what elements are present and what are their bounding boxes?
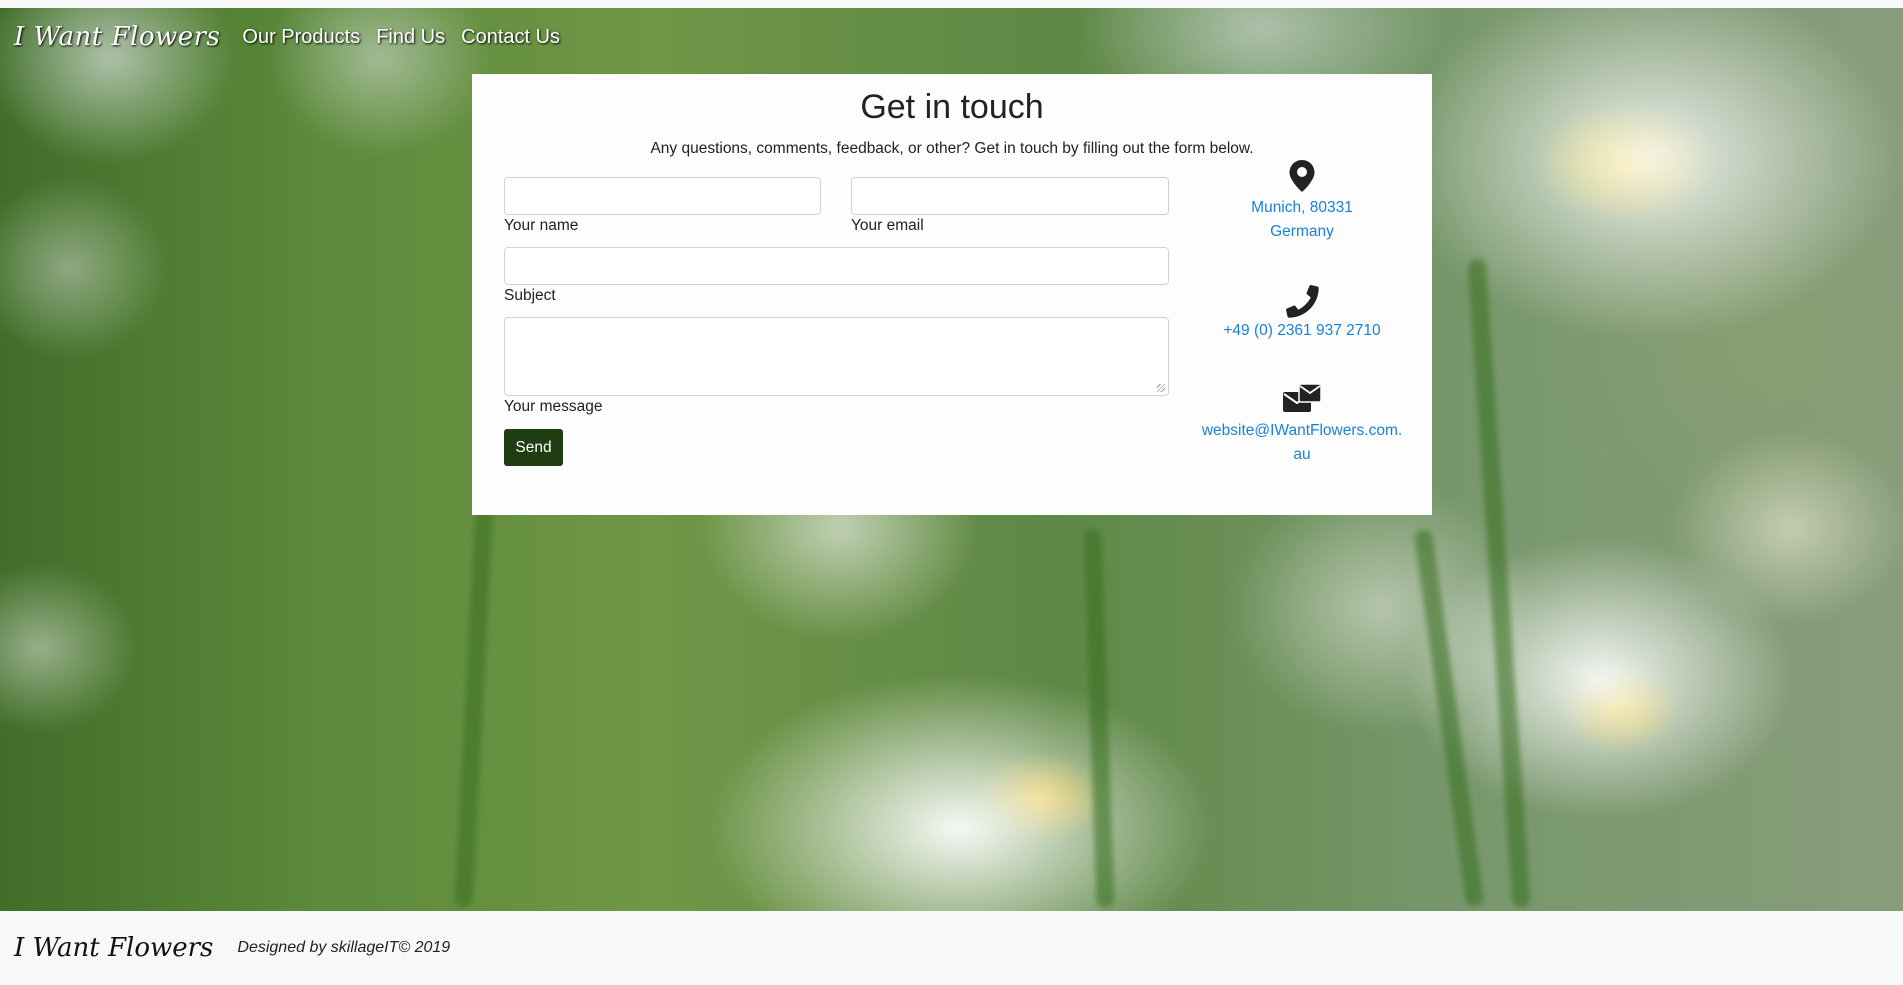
envelope-icon — [1192, 384, 1412, 416]
phone-icon — [1192, 284, 1412, 318]
email-field[interactable] — [851, 177, 1169, 215]
resize-handle[interactable] — [1157, 384, 1165, 392]
brand-logo[interactable]: I Want Flowers — [14, 22, 220, 52]
address-line1-link[interactable]: Munich, 80331 — [1192, 196, 1412, 220]
name-label: Your name — [504, 217, 579, 234]
map-marker-icon — [1192, 160, 1412, 192]
email-label: Your email — [851, 217, 924, 234]
footer-brand: I Want Flowers — [14, 933, 214, 963]
subject-label: Subject — [504, 287, 556, 304]
intro-text: Any questions, comments, feedback, or ot… — [650, 140, 1254, 157]
address-line2-link[interactable]: Germany — [1192, 220, 1412, 244]
email-link-line2[interactable]: au — [1192, 443, 1412, 467]
message-field[interactable] — [504, 317, 1169, 396]
contact-card: Get in touch Any questions, comments, fe… — [472, 74, 1432, 515]
nav-link-our-products[interactable]: Our Products — [242, 26, 360, 49]
footer: I Want Flowers Designed by skillageIT© 2… — [0, 911, 1903, 985]
page-title: Get in touch — [860, 88, 1044, 126]
subject-field[interactable] — [504, 247, 1169, 285]
name-field[interactable] — [504, 177, 821, 215]
send-button[interactable]: Send — [504, 429, 563, 466]
email-link-line1[interactable]: website@IWantFlowers.com. — [1192, 419, 1412, 443]
footer-credit: Designed by skillageIT© 2019 — [237, 939, 451, 956]
nav-link-contact-us[interactable]: Contact Us — [461, 26, 560, 49]
message-label: Your message — [504, 398, 603, 415]
navbar: I Want Flowers Our Products Find Us Cont… — [0, 8, 1903, 66]
phone-link[interactable]: +49 (0) 2361 937 2710 — [1192, 319, 1412, 343]
nav-link-find-us[interactable]: Find Us — [376, 26, 445, 49]
